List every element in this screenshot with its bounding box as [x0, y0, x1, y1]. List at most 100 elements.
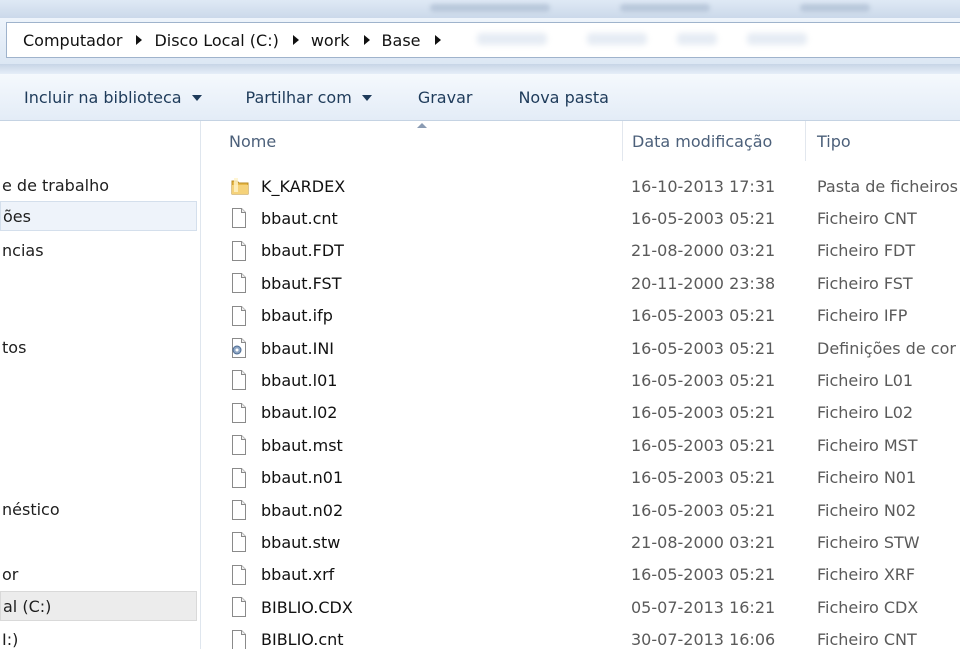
nav-item-desktop[interactable]: e de trabalho: [0, 170, 197, 200]
table-row[interactable]: bbaut.l02 16-05-2003 05:21 Ficheiro L02: [201, 397, 960, 429]
table-row[interactable]: bbaut.mst 16-05-2003 05:21 Ficheiro MST: [201, 429, 960, 461]
file-name: bbaut.n01: [261, 468, 344, 488]
file-icon: [231, 207, 247, 229]
table-row[interactable]: BIBLIO.cnt 30-07-2013 16:06 Ficheiro CNT: [201, 624, 960, 649]
file-type: Ficheiro N01: [817, 468, 917, 488]
folder-icon: [231, 175, 249, 197]
nav-item-computer[interactable]: or: [0, 559, 197, 589]
include-library-label: Incluir na biblioteca: [24, 87, 182, 107]
table-row[interactable]: BIBLIO.CDX 05-07-2013 16:21 Ficheiro CDX: [201, 591, 960, 623]
table-row[interactable]: bbaut.FDT 21-08-2000 03:21 Ficheiro FDT: [201, 235, 960, 267]
share-with-label: Partilhar com: [245, 87, 352, 107]
file-type: Ficheiro CNT: [817, 630, 917, 649]
address-band: [0, 64, 960, 74]
share-with-button[interactable]: Partilhar com: [246, 88, 372, 107]
file-icon: [231, 564, 247, 586]
address-bar: Computador Disco Local (C:) work Base: [0, 18, 960, 65]
file-date-modified: 30-07-2013 16:06: [631, 630, 776, 649]
file-date-modified: 16-05-2003 05:21: [631, 338, 776, 358]
file-type: Ficheiro XRF: [817, 565, 916, 585]
breadcrumb-item-base[interactable]: Base: [382, 31, 453, 50]
file-type: Ficheiro CNT: [817, 208, 917, 228]
file-name: bbaut.FST: [261, 273, 342, 293]
breadcrumb-label: Computador: [23, 30, 123, 50]
column-divider[interactable]: [805, 121, 806, 161]
nav-item-recent-places[interactable]: ões: [0, 201, 197, 231]
file-date-modified: 20-11-2000 23:38: [631, 273, 776, 293]
file-date-modified: 16-10-2013 17:31: [631, 176, 776, 196]
column-header-row: Nome Data modificação Tipo: [201, 121, 960, 161]
table-row[interactable]: bbaut.n02 16-05-2003 05:21 Ficheiro N02: [201, 494, 960, 526]
file-date-modified: 21-08-2000 03:21: [631, 532, 776, 552]
file-type: Ficheiro IFP: [817, 306, 908, 326]
table-row[interactable]: bbaut.xrf 16-05-2003 05:21 Ficheiro XRF: [201, 559, 960, 591]
file-icon: [231, 240, 247, 262]
nav-item-homegroup[interactable]: néstico: [0, 494, 197, 524]
chevron-right-icon[interactable]: [292, 35, 299, 45]
column-header-label: Nome: [229, 131, 277, 151]
breadcrumb-item-computer[interactable]: Computador: [23, 31, 154, 50]
file-date-modified: 16-05-2003 05:21: [631, 208, 776, 228]
chevron-right-icon[interactable]: [434, 35, 441, 45]
breadcrumb-item-local-disk[interactable]: Disco Local (C:): [154, 31, 310, 50]
table-row[interactable]: bbaut.cnt 16-05-2003 05:21 Ficheiro CNT: [201, 202, 960, 234]
table-row[interactable]: bbaut.stw 21-08-2000 03:21 Ficheiro STW: [201, 526, 960, 558]
file-name: bbaut.mst: [261, 435, 343, 455]
table-row[interactable]: bbaut.l01 16-05-2003 05:21 Ficheiro L01: [201, 364, 960, 396]
file-date-modified: 16-05-2003 05:21: [631, 306, 776, 326]
file-icon: [231, 369, 247, 391]
nav-item-documents[interactable]: tos: [0, 332, 197, 362]
file-icon: [231, 596, 247, 618]
file-date-modified: 05-07-2013 16:21: [631, 597, 776, 617]
nav-item-downloads[interactable]: ncias: [0, 235, 197, 265]
file-type: Ficheiro L02: [817, 403, 914, 423]
nav-item-local-disk[interactable]: al (C:): [0, 591, 197, 621]
chevron-right-icon[interactable]: [136, 35, 143, 45]
breadcrumb-label: Disco Local (C:): [154, 30, 279, 50]
nav-item-label: or: [2, 564, 19, 584]
nav-item-drive[interactable]: I:): [0, 624, 197, 654]
burn-label: Gravar: [417, 87, 473, 107]
file-name: bbaut.ifp: [261, 306, 333, 326]
column-header-label: Tipo: [817, 131, 851, 151]
file-name: bbaut.FDT: [261, 241, 344, 261]
table-row[interactable]: bbaut.FST 20-11-2000 23:38 Ficheiro FST: [201, 267, 960, 299]
column-header-date[interactable]: Data modificação: [632, 121, 802, 161]
nav-item-label: ncias: [2, 240, 44, 260]
file-name: BIBLIO.CDX: [261, 597, 353, 617]
nav-item-label: al (C:): [3, 596, 52, 616]
new-folder-label: Nova pasta: [518, 87, 609, 107]
chevron-right-icon[interactable]: [363, 35, 370, 45]
breadcrumb-label: work: [310, 30, 350, 50]
file-icon: [231, 402, 247, 424]
file-name: bbaut.xrf: [261, 565, 335, 585]
file-icon: [231, 499, 247, 521]
file-icon: [231, 305, 247, 327]
breadcrumb[interactable]: Computador Disco Local (C:) work Base: [6, 22, 960, 58]
table-row[interactable]: bbaut.n01 16-05-2003 05:21 Ficheiro N01: [201, 462, 960, 494]
table-row[interactable]: bbaut.ifp 16-05-2003 05:21 Ficheiro IFP: [201, 300, 960, 332]
breadcrumb-item-work[interactable]: work: [311, 31, 382, 50]
burn-button[interactable]: Gravar: [418, 88, 473, 107]
file-icon: [231, 434, 247, 456]
column-header-type[interactable]: Tipo: [817, 121, 957, 161]
caret-down-icon: [191, 95, 202, 101]
file-date-modified: 16-05-2003 05:21: [631, 403, 776, 423]
file-date-modified: 16-05-2003 05:21: [631, 468, 776, 488]
table-row[interactable]: bbaut.INI 16-05-2003 05:21 Definições de c…: [201, 332, 960, 364]
table-row[interactable]: K_KARDEX 16-10-2013 17:31 Pasta de ficheir…: [201, 170, 960, 202]
file-name: bbaut.stw: [261, 532, 341, 552]
file-list: Nome Data modificação Tipo K_KARDEX 16-10…: [201, 121, 960, 649]
column-divider[interactable]: [622, 121, 623, 161]
file-date-modified: 16-05-2003 05:21: [631, 435, 776, 455]
breadcrumb-label: Base: [381, 30, 421, 50]
command-toolbar: Incluir na biblioteca Partilhar com Grav…: [0, 74, 960, 121]
file-icon: [231, 272, 247, 294]
file-type: Definições de cor: [817, 338, 956, 358]
file-icon: [231, 467, 247, 489]
file-type: Ficheiro N02: [817, 500, 917, 520]
new-folder-button[interactable]: Nova pasta: [518, 88, 609, 107]
navigation-pane: e de trabalho ões ncias tos néstico or a…: [0, 121, 201, 649]
include-library-button[interactable]: Incluir na biblioteca: [24, 88, 202, 107]
file-name: bbaut.n02: [261, 500, 344, 520]
